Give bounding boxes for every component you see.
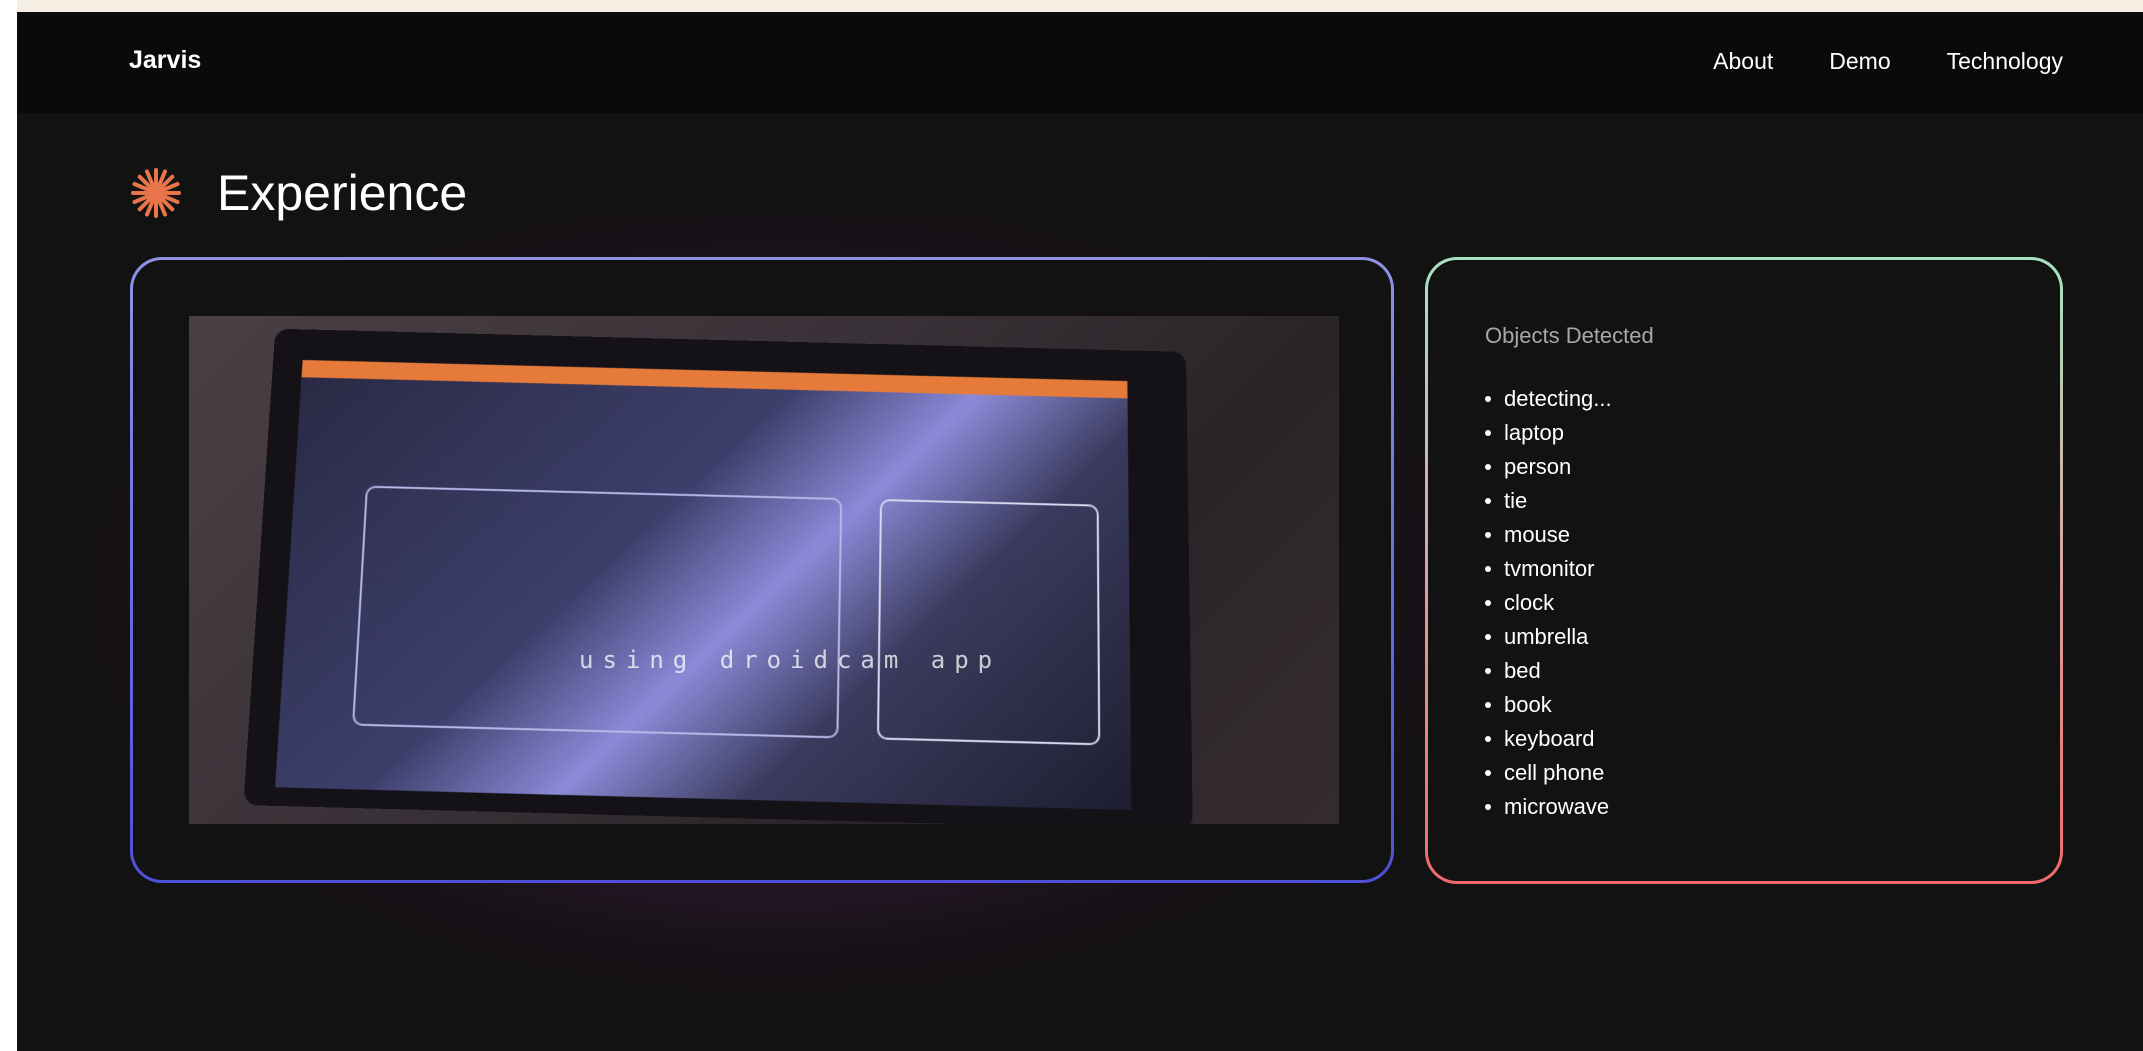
brand-logo[interactable]: Jarvis — [129, 46, 201, 75]
stream-overlay-text: using droidcam app — [579, 646, 1002, 674]
nav-link-about[interactable]: About — [1713, 48, 1773, 75]
objects-card: Objects Detected detecting... laptop per… — [1425, 257, 2063, 884]
app-root: Jarvis About Demo Technology Experience — [17, 12, 2143, 1051]
list-item: detecting... — [1485, 382, 1612, 416]
list-item: microwave — [1485, 790, 1612, 824]
stream-laptop — [243, 328, 1193, 824]
list-item: person — [1485, 450, 1612, 484]
objects-list: detecting... laptop person tie mouse tvm… — [1485, 382, 1612, 824]
list-item: cell phone — [1485, 756, 1612, 790]
list-item: tie — [1485, 484, 1612, 518]
navbar: Jarvis About Demo Technology — [17, 12, 2143, 113]
stream-laptop-screen — [275, 359, 1132, 811]
page-title: Experience — [217, 165, 468, 221]
asterisk-star-icon — [131, 168, 181, 218]
objects-heading: Objects Detected — [1485, 323, 1654, 348]
list-item: umbrella — [1485, 620, 1612, 654]
list-item: mouse — [1485, 518, 1612, 552]
window-top-edge — [0, 0, 2143, 12]
window-left-edge — [0, 0, 17, 1051]
stream-nested-video-card — [352, 485, 843, 739]
title-row: Experience — [129, 164, 467, 222]
nav-links: About Demo Technology — [1713, 48, 2063, 75]
list-item: tvmonitor — [1485, 552, 1612, 586]
video-card-inner: using droidcam app — [133, 260, 1391, 880]
list-item: keyboard — [1485, 722, 1612, 756]
nav-link-demo[interactable]: Demo — [1829, 48, 1890, 75]
stream-nested-objects-card — [876, 498, 1101, 746]
list-item: bed — [1485, 654, 1612, 688]
list-item: clock — [1485, 586, 1612, 620]
list-item: book — [1485, 688, 1612, 722]
objects-card-inner: Objects Detected detecting... laptop per… — [1428, 260, 2060, 881]
nav-link-technology[interactable]: Technology — [1947, 48, 2063, 75]
list-item: laptop — [1485, 416, 1612, 450]
camera-stream: using droidcam app — [189, 316, 1339, 824]
video-card: using droidcam app — [130, 257, 1394, 883]
